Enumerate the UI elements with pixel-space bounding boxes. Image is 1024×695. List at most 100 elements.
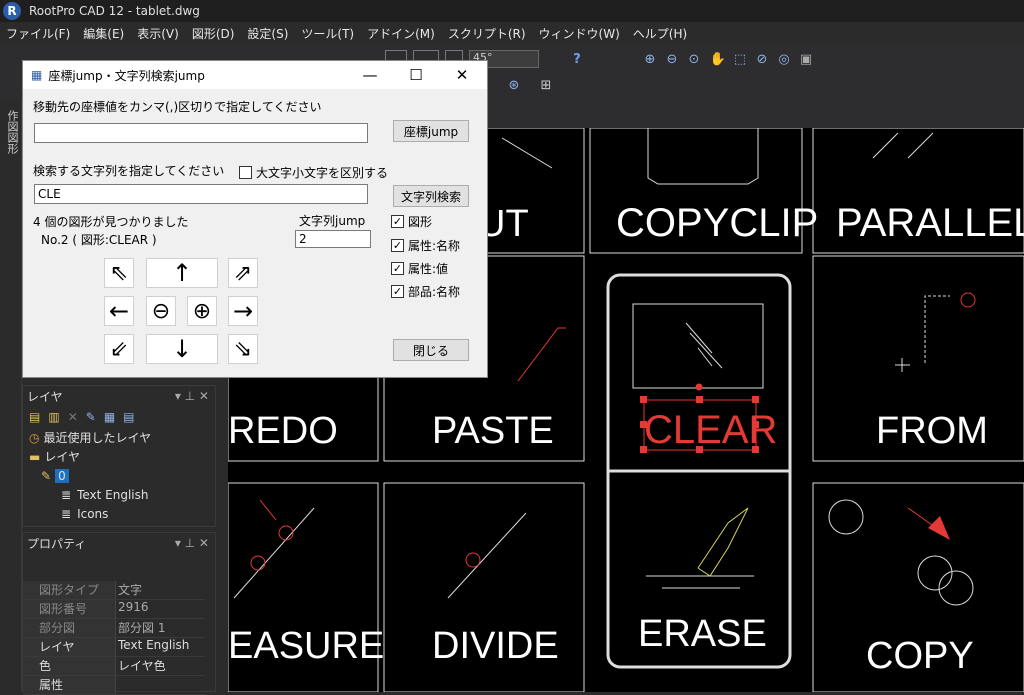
dialog-title-bar: ▦ 座標jump・文字列検索jump — ☐ ✕	[23, 61, 487, 89]
label-from: FROM	[876, 410, 988, 452]
clock-icon: ◷	[29, 430, 40, 445]
panel-controls-icon[interactable]: ▾ ⊥ ✕	[175, 536, 209, 550]
delete-layer-icon[interactable]: ✕	[68, 410, 78, 424]
side-tab-drawing[interactable]: 作図図形	[2, 110, 20, 170]
prop-row[interactable]: レイヤ Text English	[23, 638, 205, 657]
menu-draw[interactable]: 図形(D)	[192, 25, 235, 42]
zoom-in-button[interactable]: ⊕	[187, 296, 217, 326]
close-button[interactable]: 閉じる	[393, 339, 469, 361]
layer-icons-node[interactable]: ≣ Icons	[29, 504, 215, 523]
label-measure: EASURE	[228, 625, 384, 667]
zoom-out-icon[interactable]: ⊖	[663, 50, 681, 68]
layers-node[interactable]: ▬ レイヤ	[29, 447, 215, 466]
arrow-down-right-icon: ⇘	[233, 336, 253, 362]
layer-props-icon[interactable]: ▦	[104, 410, 115, 424]
zoom-window-icon[interactable]: ⬚	[731, 50, 749, 68]
label-copyclip: COPYCLIP	[616, 201, 818, 245]
prop-row[interactable]: 属性	[23, 676, 205, 695]
pan-left-button[interactable]: ←	[104, 296, 134, 326]
label-parallel: PARALLEL	[836, 201, 1024, 245]
zoom-out-button[interactable]: ⊖	[146, 296, 176, 326]
pan-hand-icon[interactable]: ✋	[709, 50, 727, 68]
property-panel: プロパティ ▾ ⊥ ✕ 図形タイプ 文字 図形番号 2916 部分図 部分図 1 レイヤ…	[22, 532, 216, 695]
pan-down-left-button[interactable]: ⇙	[104, 334, 134, 364]
search-input[interactable]: CLE	[34, 184, 368, 204]
view-options-icon[interactable]: ▣	[797, 50, 815, 68]
pan-up-left-button[interactable]: ⇖	[104, 258, 134, 288]
label-clear: CLEAR	[644, 408, 777, 452]
case-sensitive-checkbox[interactable]: 大文字小文字を区別する	[239, 164, 388, 181]
option-attr-value-checkbox[interactable]: ✓ 属性:値	[391, 260, 448, 277]
layer-list-icon[interactable]: ▤	[123, 410, 134, 424]
left-dock-strip	[0, 100, 22, 692]
check-icon: ✓	[391, 239, 404, 252]
coord-input[interactable]	[34, 123, 368, 143]
option-shape-checkbox[interactable]: ✓ 図形	[391, 213, 432, 230]
arrow-down-left-icon: ⇙	[109, 336, 129, 362]
help-icon[interactable]: ?	[568, 50, 586, 68]
pan-up-right-button[interactable]: ⇗	[228, 258, 258, 288]
check-icon: ✓	[391, 215, 404, 228]
panel-controls-icon[interactable]: ▾ ⊥ ✕	[175, 389, 209, 403]
arrow-down-icon: ↓	[171, 335, 193, 363]
menu-tools[interactable]: ツール(T)	[301, 25, 354, 42]
checkbox-box	[239, 166, 252, 179]
label-copy: COPY	[866, 635, 974, 677]
layer-0-node[interactable]: ✎ 0	[29, 466, 215, 485]
menu-bar: ファイル(F) 編集(E) 表示(V) 図形(D) 設定(S) ツール(T) ア…	[0, 22, 1024, 44]
zoom-previous-icon[interactable]: ⊘	[753, 50, 771, 68]
property-panel-header: プロパティ ▾ ⊥ ✕	[23, 533, 215, 553]
layer-text-english-node[interactable]: ≣ Text English	[29, 485, 215, 504]
menu-window[interactable]: ウィンドウ(W)	[539, 25, 620, 42]
prop-row[interactable]: 色レイヤ色	[23, 657, 205, 676]
found-count-text: 4 個の図形が見つかりました	[33, 215, 189, 229]
maximize-icon[interactable]: ☐	[393, 61, 439, 89]
menu-script[interactable]: スクリプト(R)	[448, 25, 526, 42]
menu-settings[interactable]: 設定(S)	[247, 25, 288, 42]
layer-icon: ≣	[61, 506, 72, 521]
label-paste: PASTE	[432, 410, 554, 452]
label-erase: ERASE	[638, 613, 767, 655]
prop-row[interactable]: 図形タイプ 文字	[23, 581, 205, 600]
label-redo: REDO	[228, 410, 338, 452]
zoom-extents-icon[interactable]: ◎	[775, 50, 793, 68]
menu-help[interactable]: ヘルプ(H)	[633, 25, 687, 42]
search-jump-dialog: ▦ 座標jump・文字列検索jump — ☐ ✕ 移動先の座標値をカンマ(,)区…	[22, 60, 488, 378]
option-attr-name-checkbox[interactable]: ✓ 属性:名称	[391, 237, 460, 254]
coord-jump-button[interactable]: 座標jump	[393, 120, 469, 142]
folder-icon: ▬	[29, 449, 41, 464]
close-icon[interactable]: ✕	[439, 61, 485, 89]
menu-file[interactable]: ファイル(F)	[6, 25, 70, 42]
menu-addin[interactable]: アドイン(M)	[367, 25, 435, 42]
prop-row[interactable]: 部分図 部分図 1	[23, 619, 205, 638]
pan-down-button[interactable]: ↓	[146, 334, 218, 364]
frame-icon[interactable]: ⊞	[537, 76, 555, 94]
text-search-button[interactable]: 文字列検索	[393, 185, 469, 207]
layer-toolbar: ▤ ▥ ✕ ✎ ▦ ▤	[23, 406, 215, 428]
search-label: 検索する文字列を指定してください	[33, 164, 225, 178]
minimize-icon[interactable]: —	[347, 61, 393, 89]
prop-row[interactable]: 図形番号 2916	[23, 600, 205, 619]
layer-panel: レイヤ ▾ ⊥ ✕ ▤ ▥ ✕ ✎ ▦ ▤ ◷ 最近使用したレイヤ ▬ レイヤ ✎ 0 ≣ Text…	[22, 385, 216, 527]
zoom-in-icon: ⊕	[192, 298, 212, 324]
pan-up-button[interactable]: ↑	[146, 258, 218, 288]
dialog-app-icon: ▦	[31, 68, 43, 82]
menu-view[interactable]: 表示(V)	[137, 25, 179, 42]
zoom-fit-icon[interactable]: ⊙	[685, 50, 703, 68]
app-logo-icon: R	[3, 2, 21, 20]
measure-icon[interactable]: ⊛	[505, 76, 523, 94]
new-layer-icon[interactable]: ▤	[29, 410, 40, 424]
zoom-in-icon[interactable]: ⊕	[641, 50, 659, 68]
jump-number-stepper[interactable]: 2	[295, 230, 371, 248]
option-part-name-checkbox[interactable]: ✓ 部品:名称	[391, 283, 460, 300]
coord-label: 移動先の座標値をカンマ(,)区切りで指定してください	[33, 100, 322, 114]
open-folder-icon[interactable]: ▥	[48, 410, 59, 424]
pan-right-button[interactable]: →	[228, 296, 258, 326]
recent-layers-node[interactable]: ◷ 最近使用したレイヤ	[29, 428, 215, 447]
pan-down-right-button[interactable]: ⇘	[228, 334, 258, 364]
arrow-up-left-icon: ⇖	[109, 260, 129, 286]
edit-layer-icon[interactable]: ✎	[86, 410, 96, 424]
menu-edit[interactable]: 編集(E)	[83, 25, 124, 42]
arrow-left-icon: ←	[108, 297, 130, 325]
layer-icon: ≣	[61, 487, 72, 502]
